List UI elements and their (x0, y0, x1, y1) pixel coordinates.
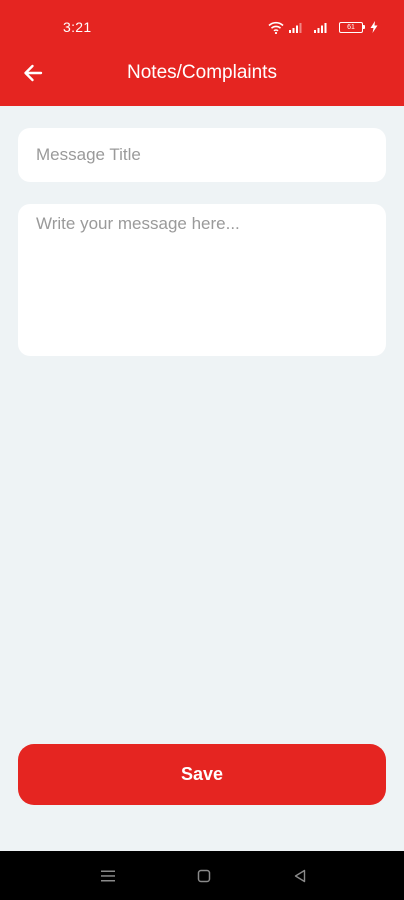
menu-icon (101, 870, 115, 882)
app-bar: 3:21 61 Notes/Complaints (0, 0, 404, 106)
save-button[interactable]: Save (18, 744, 386, 805)
nav-recents-button[interactable] (97, 865, 119, 887)
back-triangle-icon (294, 869, 306, 883)
nav-home-button[interactable] (193, 865, 215, 887)
toolbar: Notes/Complaints (0, 54, 404, 94)
cell-signal-icon (289, 22, 302, 33)
status-time: 3:21 (63, 19, 92, 35)
message-body-textarea[interactable] (18, 204, 386, 356)
wifi-icon (268, 21, 284, 34)
charging-bolt-icon (370, 21, 378, 33)
status-icons: 61 (268, 19, 378, 35)
screen: 3:21 61 Notes/Complaints Message Title W… (0, 0, 404, 900)
system-nav-bar (0, 851, 404, 900)
status-bar: 3:21 61 (0, 0, 404, 54)
message-title-input[interactable] (18, 128, 386, 182)
nav-back-button[interactable] (289, 865, 311, 887)
cell-signal-icon (314, 22, 327, 33)
battery-level: 61 (347, 23, 355, 31)
battery-icon: 61 (339, 21, 365, 33)
home-icon (197, 869, 211, 883)
page-title: Notes/Complaints (127, 62, 277, 83)
